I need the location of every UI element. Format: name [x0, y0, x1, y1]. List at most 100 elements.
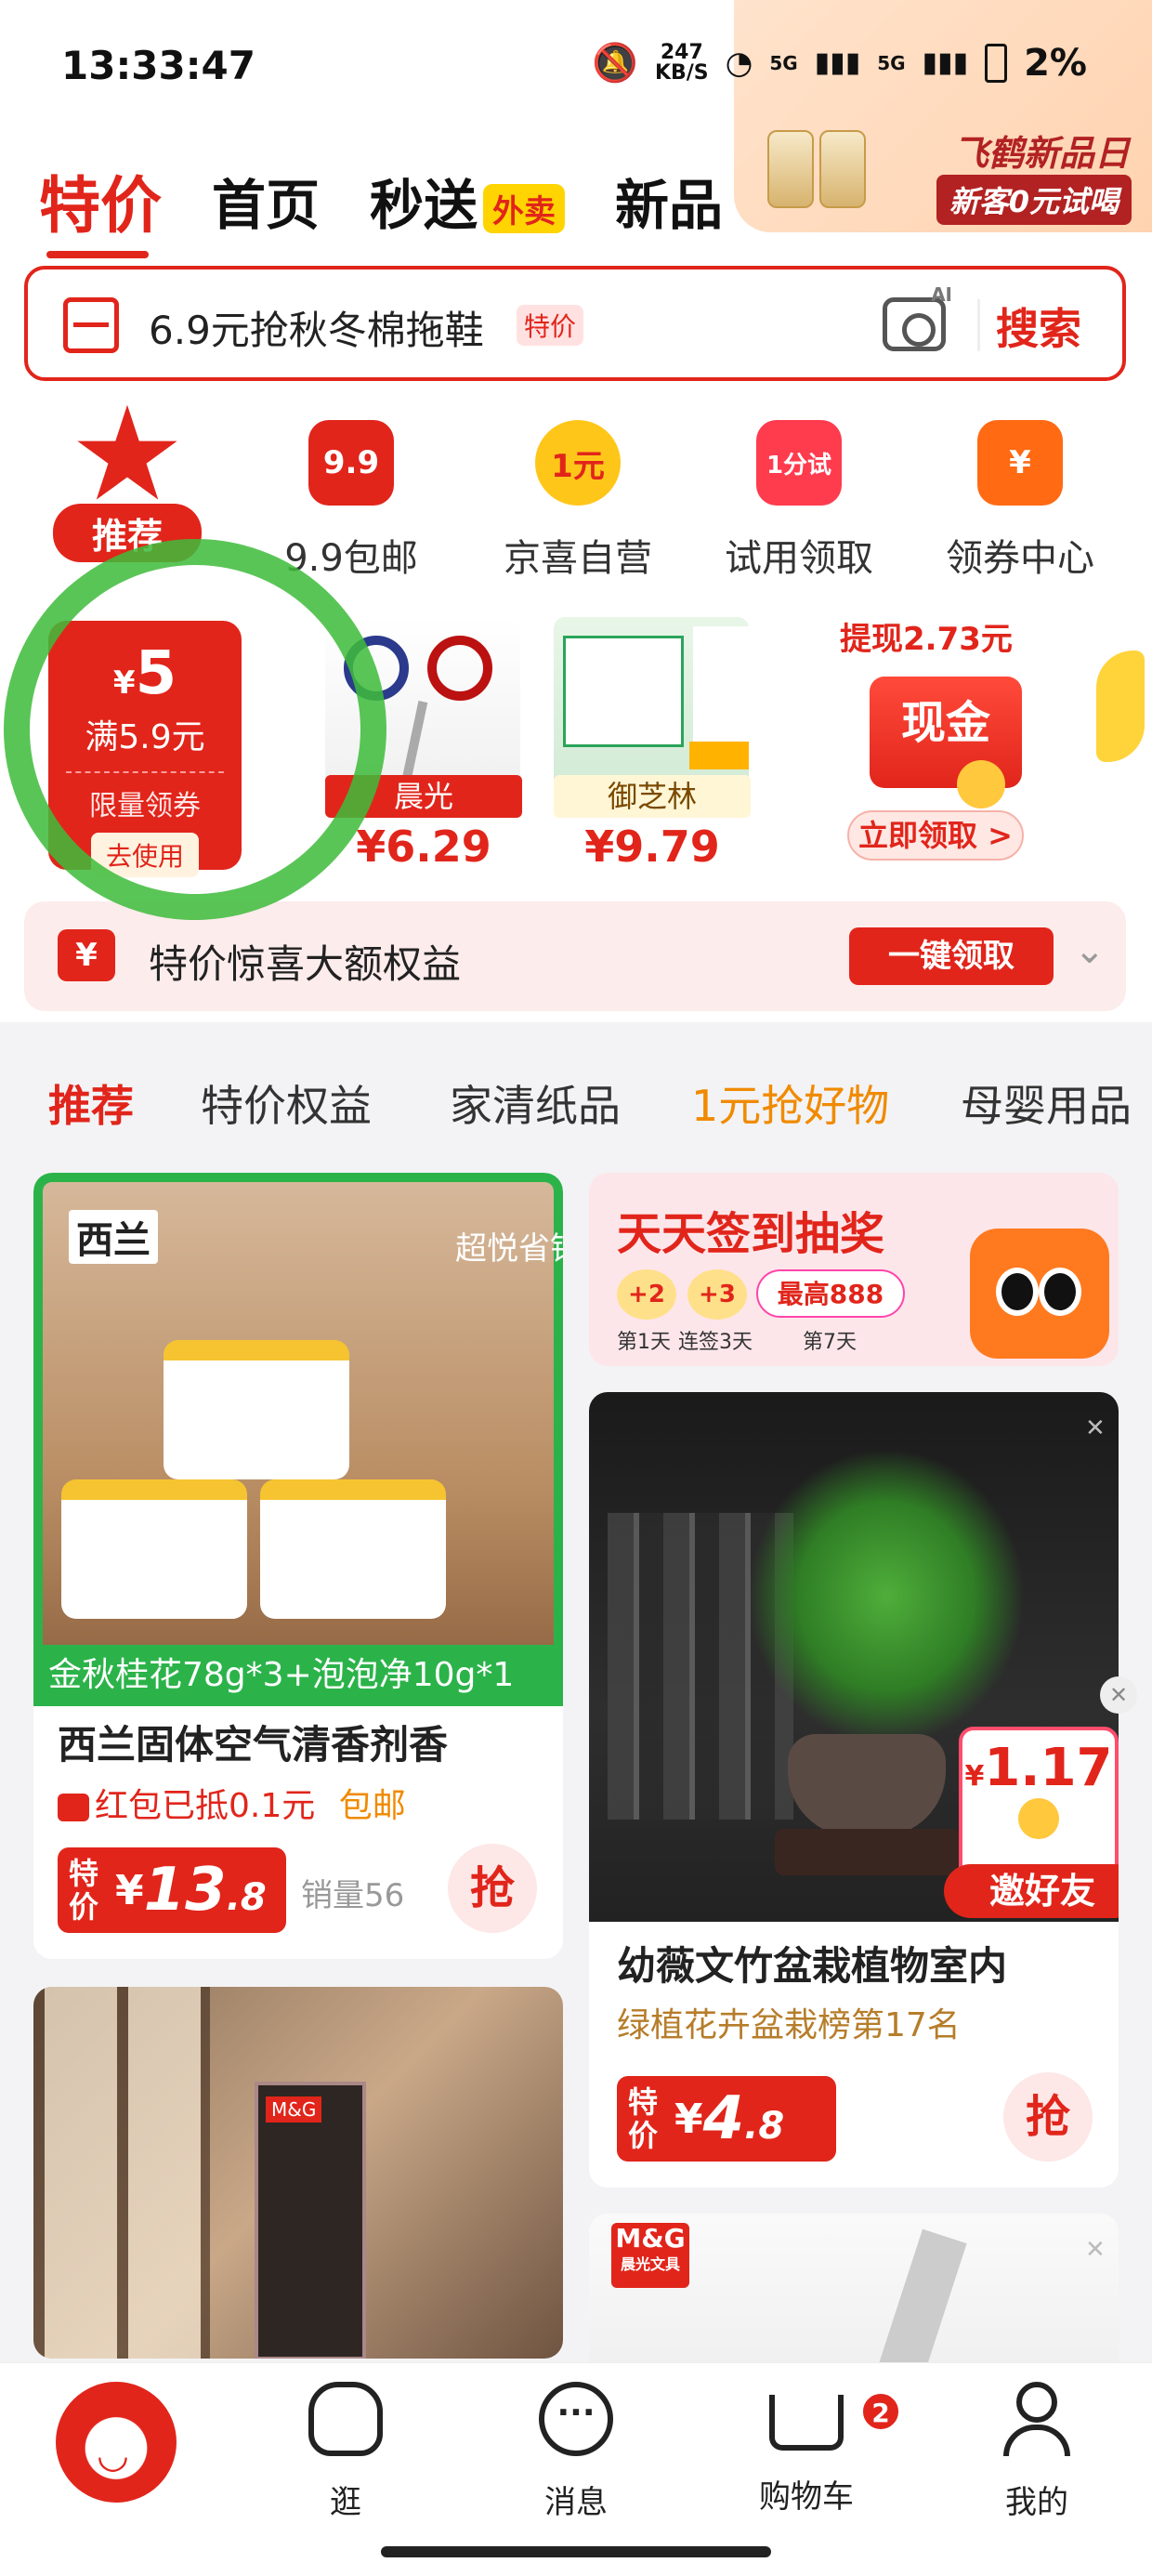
battery-level: 2%: [1024, 41, 1087, 85]
nav-cart[interactable]: 2 购物车: [732, 2382, 901, 2517]
nine-nine-icon: 9.9: [308, 420, 394, 506]
bottom-nav: 逛 ··· 消息 2 购物车 我的: [0, 2362, 1152, 2576]
invite-label: 邀好友: [944, 1864, 1119, 1918]
category-trial[interactable]: 1分试 试用领取: [697, 420, 901, 582]
nav-messages[interactable]: ··· 消息: [502, 2382, 650, 2522]
camera-ai-icon[interactable]: [883, 283, 952, 351]
tab-tejia[interactable]: 特价: [39, 156, 162, 258]
promo-banner[interactable]: 飞鹤新品日 新客0元试喝: [734, 0, 1152, 232]
signal-bars-icon: ▮▮▮: [814, 46, 861, 79]
promo-subtitle: 新客0元试喝: [936, 175, 1132, 225]
category-label: 试用领取: [725, 537, 873, 580]
signal-icon-2: 5G: [877, 51, 906, 74]
invite-friend-badge[interactable]: ¥1.17 邀好友: [944, 1727, 1119, 1918]
cart-icon: 2: [769, 2391, 901, 2451]
battery-icon: [985, 43, 1008, 83]
grab-button[interactable]: 抢: [448, 1844, 537, 1933]
grab-button[interactable]: 抢: [1003, 2072, 1093, 2162]
product-card-brush[interactable]: M&G: [33, 1987, 563, 2359]
home-mascot-icon[interactable]: [56, 2382, 177, 2503]
search-bar[interactable]: 6.9元抢秋冬棉拖鞋 特价 搜索: [24, 266, 1126, 381]
feed-tab-baby[interactable]: 母婴用品: [961, 1072, 1132, 1134]
price-label: 特价: [68, 1856, 98, 1925]
scan-icon[interactable]: [63, 297, 119, 353]
nav-label: 我的: [1005, 2484, 1068, 2521]
promo-title: 飞鹤新品日: [952, 133, 1130, 174]
watermark-text: 超悦省钱购: [455, 1230, 563, 1268]
product-title: 幼薇文竹盆栽植物室内: [617, 1943, 1008, 1989]
top-tabs: 特价 首页 秒送 外卖 新品: [39, 156, 723, 258]
search-input[interactable]: 6.9元抢秋冬棉拖鞋: [149, 299, 484, 356]
feed-tab-one-yuan[interactable]: 1元抢好物: [691, 1072, 889, 1134]
takeout-badge: 外卖: [483, 184, 566, 234]
cart-badge: 2: [860, 2391, 901, 2432]
mg-logo: M&G 晨光文具: [611, 2223, 689, 2288]
feed-tabs: 推荐 特价权益 家清纸品 1元抢好物 母婴用品: [0, 1039, 1152, 1167]
close-icon[interactable]: ✕: [1085, 2236, 1106, 2264]
search-button[interactable]: 搜索: [996, 296, 1081, 357]
category-coupons[interactable]: ¥ 领券中心: [918, 420, 1122, 582]
feed-tab-recommend[interactable]: 推荐: [48, 1072, 134, 1134]
claim-all-button[interactable]: 一键领取: [849, 927, 1054, 985]
nav-label: 消息: [544, 2484, 608, 2521]
nav-label: 购物车: [759, 2478, 854, 2516]
tab-new[interactable]: 新品: [615, 162, 723, 240]
nav-label: 逛: [330, 2484, 361, 2521]
price-label: 特价: [627, 2084, 658, 2153]
signal-icon: 5G: [769, 51, 798, 74]
product-spec-strip: 金秋桂花78g*3+泡泡净10g*1: [33, 1645, 563, 1706]
price-box: 特价 ¥13.8: [58, 1847, 286, 1933]
yen-icon: ¥: [58, 929, 115, 981]
nav-browse[interactable]: 逛: [271, 2382, 420, 2522]
search-divider: [977, 299, 980, 351]
redpacket-text: 红包已抵0.1元 包邮: [58, 1779, 406, 1827]
network-speed: 247 KB/S: [654, 40, 709, 85]
category-label: 京喜自营: [504, 537, 652, 580]
price-integer: 4: [702, 2084, 745, 2153]
product-card-xilan[interactable]: 西兰 超悦省钱购 金秋桂花78g*3+泡泡净10g*1 西兰固体空气清香剂香 红…: [33, 1173, 563, 1959]
coupon-ticket-icon: ¥: [977, 420, 1063, 506]
tab-miaosong[interactable]: 秒送 外卖: [370, 162, 566, 240]
close-icon[interactable]: ✕: [1100, 1676, 1137, 1714]
home-indicator[interactable]: [381, 2546, 771, 2557]
cash-title: 提现2.73元: [840, 621, 1013, 658]
deal-brand: 御芝林: [554, 775, 751, 818]
message-icon: ···: [539, 2382, 613, 2456]
category-jingxi[interactable]: 1元 京喜自营: [476, 420, 680, 582]
feed-tab-benefits[interactable]: 特价权益: [201, 1072, 372, 1134]
mascot-image: [970, 1229, 1109, 1359]
status-icons: 🔕 247 KB/S ◔ 5G ▮▮▮ 5G ▮▮▮ 2%: [592, 41, 1087, 85]
status-time: 13:33:47: [61, 43, 255, 88]
day-label: 第1天: [617, 1331, 671, 1354]
nav-me[interactable]: 我的: [962, 2382, 1111, 2522]
tab-home[interactable]: 首页: [212, 162, 320, 240]
bonus-bubble: +3: [687, 1269, 747, 1320]
product-card-plant[interactable]: ✕ ¥1.17 邀好友 幼薇文竹盆栽植物室内 绿植花卉盆栽榜第17名 特价 ¥4…: [589, 1392, 1119, 2188]
signal-bars-icon-2: ▮▮▮: [922, 46, 969, 79]
banana-card[interactable]: [1083, 613, 1152, 874]
product-image: 西兰 超悦省钱购: [33, 1173, 563, 1702]
cash-claim-button[interactable]: 立即领取 >: [847, 810, 1024, 861]
deal-price: ¥9.79: [584, 821, 720, 872]
redpacket-icon: [58, 1794, 89, 1821]
category-recommend[interactable]: ★ 推荐: [20, 390, 234, 562]
search-badge: 特价: [517, 305, 584, 346]
chevron-down-icon[interactable]: ⌄: [1074, 929, 1106, 972]
signin-lottery-banner[interactable]: 天天签到抽奖 +2 +3 最高888 第1天 连签3天 第7天: [589, 1173, 1119, 1366]
star-check-icon: ★: [69, 379, 186, 531]
day-label: 第7天: [803, 1331, 857, 1354]
close-icon[interactable]: ✕: [1085, 1414, 1106, 1442]
feed-tab-household[interactable]: 家清纸品: [450, 1072, 621, 1134]
sales-count: 销量56: [301, 1877, 405, 1914]
price-integer: 13: [143, 1856, 227, 1925]
browse-icon: [308, 2382, 383, 2456]
product-title: 西兰固体空气清香剂香: [58, 1722, 449, 1768]
bonus-bubble: +2: [617, 1269, 676, 1320]
price-decimal: .8: [744, 2105, 785, 2148]
coin-icon: [1018, 1798, 1059, 1839]
formula-cans-image: [767, 130, 866, 208]
wifi-icon: ◔: [725, 44, 753, 82]
brand-tag: 西兰: [69, 1210, 158, 1264]
user-icon: [1000, 2382, 1074, 2456]
category-label: 领券中心: [946, 537, 1094, 580]
